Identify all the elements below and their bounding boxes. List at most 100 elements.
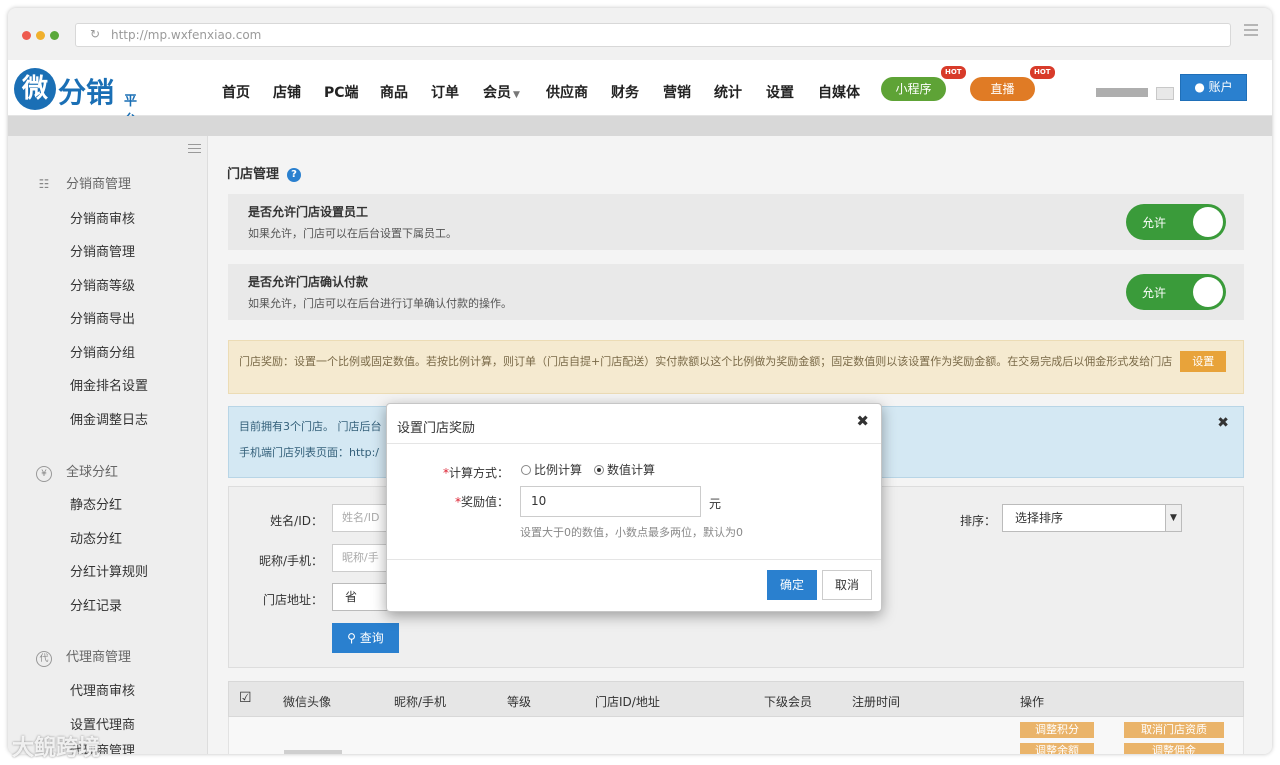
toggle-label: 允许 (1142, 286, 1167, 300)
nav-goods[interactable]: 商品 (380, 82, 408, 102)
reward-value-text: 奖励值： (460, 495, 509, 509)
close-icon[interactable]: ✖ (856, 412, 869, 430)
mail-icon[interactable] (1156, 87, 1174, 100)
agent-icon: 代 (36, 651, 52, 667)
nav-media[interactable]: 自媒体 (818, 82, 860, 102)
calc-method-text: 计算方式： (448, 466, 509, 480)
select-all-checkbox[interactable]: ☑ (239, 690, 252, 706)
sidebar-item[interactable]: 分销商管理 (70, 241, 135, 260)
table-header: ☑ 微信头像 昵称/手机 等级 门店ID/地址 下级会员 注册时间 操作 (228, 681, 1244, 717)
nav-supplier[interactable]: 供应商 (546, 82, 588, 102)
query-button[interactable]: ⚲ 查询 (332, 623, 399, 653)
nav-home[interactable]: 首页 (222, 82, 250, 102)
sidebar-section-agent[interactable]: 代代理商管理 (36, 646, 131, 667)
nav-stats[interactable]: 统计 (714, 82, 742, 102)
section-title: 全球分红 (66, 465, 119, 480)
section-title: 代理商管理 (66, 650, 132, 665)
sidebar-item[interactable]: 分红计算规则 (70, 561, 148, 580)
sidebar-item[interactable]: 分销商审核 (70, 208, 135, 227)
top-navigation: 微 分销 平台 首页 店铺 PC端 商品 订单 会员▼ 供应商 财务 营销 统计… (8, 60, 1272, 128)
calc-method-label: *计算方式： (442, 466, 509, 480)
unit-label: 元 (709, 497, 722, 511)
sidebar-collapse-icon[interactable] (188, 144, 201, 156)
sidebar-item[interactable]: 静态分红 (70, 494, 122, 513)
radio-circle-selected (594, 465, 604, 475)
option-payment: 是否允许门店确认付款 如果允许，门店可以在后台进行订单确认付款的操作。 允许 (228, 264, 1244, 320)
hot-badge-miniapp: HOT (941, 66, 966, 79)
maximize-dot[interactable] (50, 31, 59, 40)
minimize-dot[interactable] (36, 31, 45, 40)
reward-set-button[interactable]: 设置 (1180, 351, 1227, 372)
option-desc: 如果允许，门店可以在后台设置下属员工。 (248, 227, 457, 240)
payment-toggle[interactable]: 允许 (1126, 274, 1226, 310)
address-bar[interactable]: ↻ http://mp.wxfenxiao.com (75, 23, 1231, 47)
name-input[interactable]: 姓名/ID (332, 504, 392, 532)
reload-icon[interactable]: ↻ (90, 27, 104, 41)
sidebar-section-dividend[interactable]: ¥ 全球分红 (36, 461, 118, 482)
nav-finance[interactable]: 财务 (611, 82, 639, 102)
section-title: 分销商管理 (66, 177, 132, 192)
col-sub-members: 下级会员 (764, 695, 813, 709)
sidebar-item[interactable]: 分销商导出 (70, 308, 135, 327)
staff-toggle[interactable]: 允许 (1126, 204, 1226, 240)
nick-input[interactable]: 昵称/手 (332, 544, 392, 572)
watermark: 大鲵跨境 (12, 736, 101, 761)
fixed-radio[interactable]: 数值计算 (594, 461, 655, 478)
nav-settings[interactable]: 设置 (766, 82, 794, 102)
info-line-2: 手机端门店列表页面：http:/ (239, 446, 379, 459)
org-chart-icon: ☷ (38, 177, 50, 191)
value-hint: 设置大于0的数值，小数点最多两位，默认为0 (520, 526, 743, 539)
hot-badge-live: HOT (1030, 66, 1055, 79)
sidebar-section-distributor[interactable]: ☷ 分销商管理 (36, 173, 131, 192)
nav-members[interactable]: 会员 ▼ (483, 82, 520, 102)
adjust-commission-button[interactable]: 调整佣金 (1124, 743, 1224, 754)
toggle-label: 允许 (1142, 216, 1167, 230)
user-icon: ● (1194, 80, 1205, 94)
nav-orders[interactable]: 订单 (431, 82, 459, 102)
sidebar-item[interactable]: 佣金排名设置 (70, 375, 148, 394)
nav-store[interactable]: 店铺 (273, 82, 301, 102)
reward-notice: 门店奖励：设置一个比例或固定数值。若按比例计算，则订单（门店自提+门店配送）实付… (228, 340, 1244, 394)
yen-icon: ¥ (36, 466, 52, 482)
option-desc: 如果允许，门店可以在后台进行订单确认付款的操作。 (248, 297, 512, 310)
adjust-points-button[interactable]: 调整积分 (1020, 722, 1094, 738)
reward-value-input[interactable]: 10 (520, 486, 701, 517)
nav-pc[interactable]: PC端 (324, 82, 359, 102)
sidebar-item[interactable]: 分销商等级 (70, 275, 135, 294)
page-title: 门店管理? (227, 163, 302, 182)
sidebar-item[interactable]: 分销商分组 (70, 342, 135, 361)
sort-select[interactable]: 选择排序 ▼ (1002, 504, 1182, 532)
dialog-title: 设置门店奖励 (397, 421, 476, 436)
live-button[interactable]: 直播 (970, 77, 1035, 101)
sort-label: 排序： (959, 514, 996, 528)
province-select[interactable]: 省 (332, 583, 392, 611)
cancel-button[interactable]: 取消 (822, 570, 872, 600)
username-blurred[interactable] (1096, 88, 1148, 97)
browser-menu-icon[interactable] (1244, 24, 1258, 38)
sidebar-item[interactable]: 动态分红 (70, 528, 122, 547)
cancel-store-button[interactable]: 取消门店资质 (1124, 722, 1224, 738)
account-button[interactable]: ● 账户 (1180, 74, 1247, 101)
option-staff: 是否允许门店设置员工 如果允许，门店可以在后台设置下属员工。 允许 (228, 194, 1244, 250)
confirm-button[interactable]: 确定 (767, 570, 817, 600)
store-id-cell: ID：141 (594, 753, 634, 754)
name-label: 姓名/ID： (270, 514, 323, 528)
option-title: 是否允许门店确认付款 (248, 275, 369, 289)
sidebar-item[interactable]: 佣金调整日志 (70, 409, 148, 428)
account-label: 账户 (1208, 80, 1233, 94)
sidebar-item[interactable]: 分红记录 (70, 595, 122, 614)
close-dot[interactable] (22, 31, 31, 40)
nick-label: 昵称/手机： (258, 554, 323, 568)
col-actions: 操作 (1020, 695, 1045, 709)
logo-name: 分销 (58, 76, 115, 109)
sidebar-item[interactable]: 代理商审核 (70, 680, 135, 699)
fixed-label: 数值计算 (607, 463, 656, 477)
help-icon[interactable]: ? (287, 168, 302, 182)
adjust-balance-button[interactable]: 调整余额 (1020, 743, 1094, 754)
nav-marketing[interactable]: 营销 (663, 82, 691, 102)
ratio-radio[interactable]: 比例计算 (521, 461, 582, 478)
close-icon[interactable]: ✖ (1217, 415, 1229, 431)
avatar (284, 750, 342, 754)
reward-value-label: *奖励值： (454, 495, 509, 509)
miniapp-button[interactable]: 小程序 (881, 77, 946, 101)
